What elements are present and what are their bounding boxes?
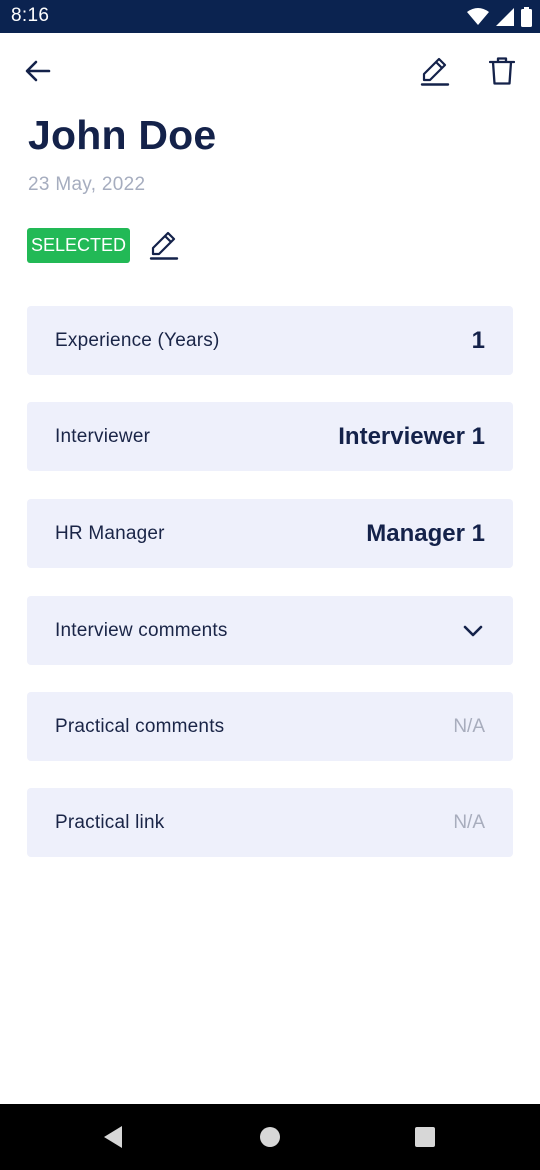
status-bar: 8:16 <box>0 0 540 33</box>
cell-signal-icon <box>496 7 514 26</box>
hr-manager-card: HR Manager Manager 1 <box>27 499 513 568</box>
status-time: 8:16 <box>11 5 50 26</box>
card-label: Practical comments <box>55 715 225 737</box>
delete-button[interactable] <box>481 52 523 90</box>
experience-card: Experience (Years) 1 <box>27 306 513 375</box>
arrow-left-icon <box>25 60 51 82</box>
card-value: N/A <box>453 715 485 737</box>
edit-button[interactable] <box>414 52 456 90</box>
nav-back-button[interactable] <box>73 1104 153 1170</box>
interviewer-card: Interviewer Interviewer 1 <box>27 402 513 471</box>
nav-back-icon <box>104 1126 122 1148</box>
card-label: Interview comments <box>55 619 228 641</box>
status-badge: SELECTED <box>27 228 130 263</box>
card-value: 1 <box>471 326 485 354</box>
nav-recents-icon <box>415 1127 435 1147</box>
back-button[interactable] <box>18 52 58 90</box>
battery-icon <box>521 6 532 27</box>
card-value: N/A <box>453 811 485 833</box>
nav-home-icon <box>260 1127 280 1147</box>
pencil-icon <box>149 231 179 260</box>
pencil-icon <box>420 57 450 86</box>
navigation-bar <box>0 1104 540 1170</box>
status-icons <box>467 6 532 27</box>
card-label: Practical link <box>55 811 165 833</box>
practical-comments-card: Practical comments N/A <box>27 692 513 761</box>
nav-recents-button[interactable] <box>385 1104 465 1170</box>
card-value: Manager 1 <box>366 519 485 547</box>
page-title: John Doe <box>28 112 217 158</box>
card-label: HR Manager <box>55 522 165 544</box>
edit-status-button[interactable] <box>144 226 184 264</box>
card-value: Interviewer 1 <box>338 422 485 450</box>
wifi-icon <box>467 7 489 25</box>
nav-home-button[interactable] <box>230 1104 310 1170</box>
card-label: Experience (Years) <box>55 329 220 351</box>
candidate-date: 23 May, 2022 <box>28 174 146 195</box>
card-label: Interviewer <box>55 425 151 447</box>
interview-comments-card[interactable]: Interview comments <box>27 596 513 665</box>
trash-icon <box>489 57 515 85</box>
chevron-down-icon <box>461 619 485 643</box>
practical-link-card: Practical link N/A <box>27 788 513 857</box>
